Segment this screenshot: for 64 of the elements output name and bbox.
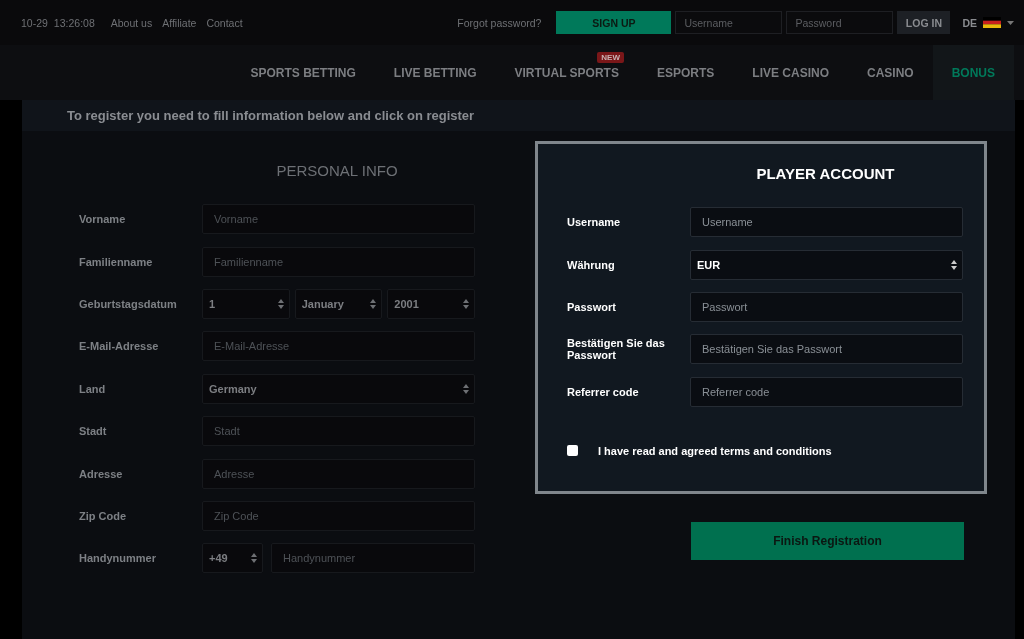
forgot-password-link[interactable]: Forgot password? xyxy=(457,16,542,29)
top-link[interactable]: Affiliate xyxy=(162,16,197,29)
top-link[interactable]: Contact xyxy=(206,16,243,29)
top-link[interactable]: About us xyxy=(110,16,153,29)
select-arrows-icon xyxy=(277,298,284,309)
select-field[interactable]: EUR xyxy=(690,249,963,280)
german-flag-icon xyxy=(983,17,1001,28)
field-label: Geburtstagsdatum xyxy=(79,297,178,310)
select-arrows-icon xyxy=(463,298,469,309)
field-label: Bestätigen Sie das Passwort xyxy=(567,337,666,362)
input-field[interactable]: Stadt xyxy=(202,416,475,447)
nav-tab[interactable]: CASINO xyxy=(848,45,933,100)
field-label: E-Mail-Adresse xyxy=(79,340,160,353)
section-title: PERSONAL INFO xyxy=(275,161,399,181)
field-label: Familienname xyxy=(79,255,154,268)
new-badge: NEW xyxy=(597,52,624,63)
nav-tab[interactable]: LIVE BETTING xyxy=(374,45,496,100)
nav-tab[interactable]: NEW VIRTUAL SPORTS xyxy=(495,45,638,100)
input-field[interactable]: Username xyxy=(690,207,963,238)
select-field[interactable]: 2001 xyxy=(387,288,475,319)
language-selector[interactable]: DE xyxy=(962,16,1014,29)
input-field[interactable]: Vorname xyxy=(202,204,475,235)
info-banner: To register you need to fill information below and click on register xyxy=(22,100,1015,131)
input-field[interactable]: Passwort xyxy=(690,291,963,322)
input-field[interactable]: Zip Code xyxy=(202,500,475,531)
field-label: Adresse xyxy=(79,467,124,480)
input-field[interactable]: Adresse xyxy=(202,458,475,489)
sign-up-button[interactable]: SIGN UP xyxy=(556,11,672,34)
nav-tab[interactable]: ESPORTS xyxy=(637,45,734,100)
password-field[interactable]: Password xyxy=(786,11,894,34)
terms-checkbox[interactable] xyxy=(567,445,578,457)
select-arrows-icon xyxy=(463,383,469,394)
section-title: PLAYER ACCOUNT xyxy=(755,164,896,184)
field-label: Passwort xyxy=(567,300,617,313)
input-field[interactable]: Bestätigen Sie das Passwort xyxy=(690,334,963,365)
select-field[interactable]: January xyxy=(294,288,383,319)
terms-label: I have read and agreed terms and conditions xyxy=(598,444,832,457)
log-in-button[interactable]: LOG IN xyxy=(897,11,951,34)
field-label: Username xyxy=(567,216,622,229)
caret-icon xyxy=(1007,20,1014,25)
select-arrows-icon xyxy=(251,553,257,564)
username-field[interactable]: Username xyxy=(675,11,783,34)
nav-tab[interactable]: SPORTS BETTING xyxy=(231,45,375,100)
input-field[interactable]: E-Mail-Adresse xyxy=(202,331,475,362)
nav-tab[interactable]: LIVE CASINO xyxy=(733,45,848,100)
date-text: 10-29 xyxy=(21,16,48,29)
select-field[interactable]: 1 xyxy=(202,288,290,319)
time-text: 13:26:08 xyxy=(53,16,95,29)
select-arrows-icon xyxy=(370,298,377,309)
field-label: Vorname xyxy=(79,213,127,226)
nav-tab[interactable]: BONUS xyxy=(932,45,1014,100)
field-label: Referrer code xyxy=(567,385,640,398)
input-field[interactable]: Familienname xyxy=(202,246,475,277)
select-arrows-icon xyxy=(951,259,957,270)
input-field[interactable]: Handynummer xyxy=(271,543,475,574)
select-field[interactable]: Germany xyxy=(202,373,475,404)
select-field[interactable]: +49 xyxy=(202,543,263,574)
field-label: Stadt xyxy=(79,425,108,438)
field-label: Zip Code xyxy=(79,509,128,522)
finish-registration-button[interactable]: Finish Registration xyxy=(691,522,964,560)
field-label: Handynummer xyxy=(79,552,158,565)
input-field[interactable]: Referrer code xyxy=(690,376,963,407)
field-label: Land xyxy=(79,382,107,395)
field-label: Währung xyxy=(567,258,616,271)
